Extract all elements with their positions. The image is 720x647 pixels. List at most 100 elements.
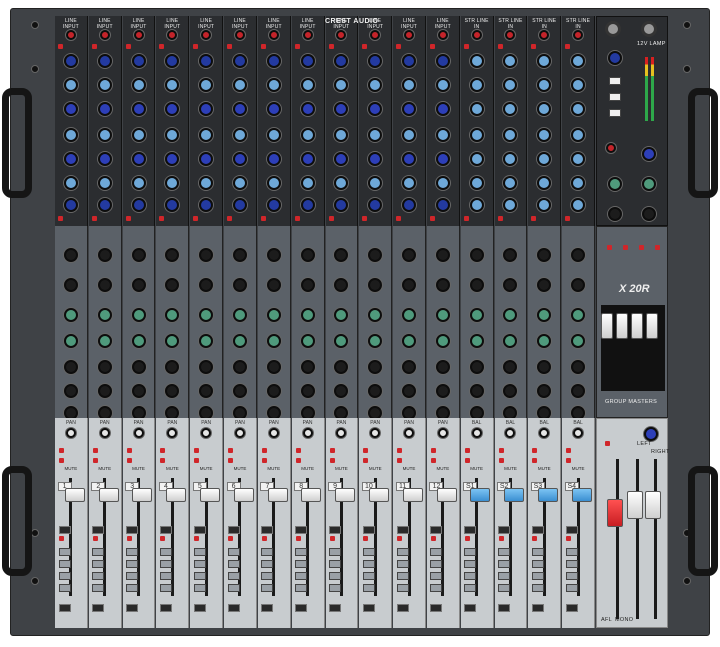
eq-knob[interactable] [469, 128, 484, 142]
aux-send-knob[interactable] [537, 334, 552, 348]
eq-knob[interactable] [368, 128, 383, 142]
assign-switch[interactable] [126, 560, 139, 568]
aux-send-knob[interactable] [165, 248, 180, 262]
pan-knob[interactable] [370, 428, 381, 438]
eq-knob[interactable] [131, 152, 146, 166]
eq-knob[interactable] [571, 102, 586, 116]
eq-knob[interactable] [232, 78, 247, 92]
gain-knob[interactable] [268, 30, 279, 40]
eq-knob[interactable] [503, 102, 518, 116]
aux-send-knob[interactable] [97, 334, 112, 348]
assign-switch[interactable] [362, 548, 375, 556]
eq-knob[interactable] [199, 102, 214, 116]
solo-button[interactable] [531, 526, 544, 534]
eq-knob[interactable] [537, 152, 552, 166]
assign-switch[interactable] [464, 584, 477, 592]
master-knob-green[interactable] [642, 177, 656, 191]
pfl-button[interactable] [92, 604, 105, 612]
eq-knob[interactable] [435, 102, 450, 116]
aux-send-knob[interactable] [63, 248, 78, 262]
assign-switch[interactable] [531, 548, 544, 556]
assign-switch[interactable] [565, 548, 578, 556]
aux-send-knob[interactable] [97, 360, 112, 374]
assign-switch[interactable] [396, 584, 409, 592]
eq-knob[interactable] [165, 198, 180, 212]
solo-button[interactable] [295, 526, 308, 534]
aux-send-knob[interactable] [131, 360, 146, 374]
assign-switch[interactable] [261, 572, 274, 580]
aux-send-knob[interactable] [131, 278, 146, 292]
channel-fader[interactable] [132, 488, 153, 502]
eq-knob[interactable] [97, 78, 112, 92]
assign-switch[interactable] [193, 584, 206, 592]
pan-knob[interactable] [167, 428, 178, 438]
channel-fader[interactable] [470, 488, 491, 502]
aux-send-knob[interactable] [469, 384, 484, 398]
assign-switch[interactable] [498, 572, 511, 580]
aux-send-knob[interactable] [402, 360, 417, 374]
aux-send-knob[interactable] [63, 278, 78, 292]
solo-button[interactable] [227, 526, 240, 534]
master-knob-grey[interactable] [642, 207, 656, 221]
master-switch[interactable] [609, 77, 621, 85]
assign-switch[interactable] [92, 572, 105, 580]
pfl-button[interactable] [396, 604, 409, 612]
pfl-button[interactable] [261, 604, 274, 612]
eq-knob[interactable] [131, 128, 146, 142]
eq-knob[interactable] [300, 54, 315, 68]
group-fader-1[interactable] [601, 313, 613, 339]
eq-knob[interactable] [63, 102, 78, 116]
eq-knob[interactable] [199, 54, 214, 68]
assign-switch[interactable] [295, 572, 308, 580]
assign-switch[interactable] [329, 584, 342, 592]
assign-switch[interactable] [159, 572, 172, 580]
assign-switch[interactable] [498, 560, 511, 568]
aux-send-knob[interactable] [131, 308, 146, 322]
eq-knob[interactable] [199, 152, 214, 166]
aux-send-knob[interactable] [232, 334, 247, 348]
group-fader-3[interactable] [631, 313, 643, 339]
channel-fader[interactable] [233, 488, 254, 502]
eq-knob[interactable] [165, 152, 180, 166]
eq-knob[interactable] [469, 176, 484, 190]
assign-switch[interactable] [227, 548, 240, 556]
eq-knob[interactable] [503, 152, 518, 166]
gain-knob[interactable] [336, 30, 347, 40]
gain-knob[interactable] [167, 30, 178, 40]
aux-send-knob[interactable] [571, 248, 586, 262]
assign-switch[interactable] [227, 584, 240, 592]
aux-send-knob[interactable] [334, 360, 349, 374]
pan-knob[interactable] [404, 428, 415, 438]
aux-send-knob[interactable] [199, 360, 214, 374]
assign-switch[interactable] [92, 548, 105, 556]
aux-send-knob[interactable] [97, 308, 112, 322]
assign-switch[interactable] [565, 560, 578, 568]
aux-send-knob[interactable] [199, 334, 214, 348]
eq-knob[interactable] [402, 176, 417, 190]
eq-knob[interactable] [232, 102, 247, 116]
assign-switch[interactable] [430, 572, 443, 580]
aux-send-knob[interactable] [368, 334, 383, 348]
eq-knob[interactable] [368, 176, 383, 190]
eq-knob[interactable] [97, 152, 112, 166]
gain-knob[interactable] [65, 30, 76, 40]
aux-send-knob[interactable] [571, 334, 586, 348]
pfl-button[interactable] [159, 604, 172, 612]
assign-switch[interactable] [329, 572, 342, 580]
aux-send-knob[interactable] [503, 360, 518, 374]
assign-switch[interactable] [193, 560, 206, 568]
assign-switch[interactable] [295, 548, 308, 556]
master-knob-grey[interactable] [608, 207, 622, 221]
eq-knob[interactable] [537, 176, 552, 190]
eq-knob[interactable] [266, 152, 281, 166]
pfl-button[interactable] [498, 604, 511, 612]
assign-switch[interactable] [227, 572, 240, 580]
gain-knob[interactable] [437, 30, 448, 40]
assign-switch[interactable] [261, 548, 274, 556]
pfl-button[interactable] [193, 604, 206, 612]
eq-knob[interactable] [266, 78, 281, 92]
aux-send-knob[interactable] [402, 384, 417, 398]
aux-send-knob[interactable] [266, 334, 281, 348]
assign-switch[interactable] [396, 560, 409, 568]
pan-knob[interactable] [99, 428, 110, 438]
